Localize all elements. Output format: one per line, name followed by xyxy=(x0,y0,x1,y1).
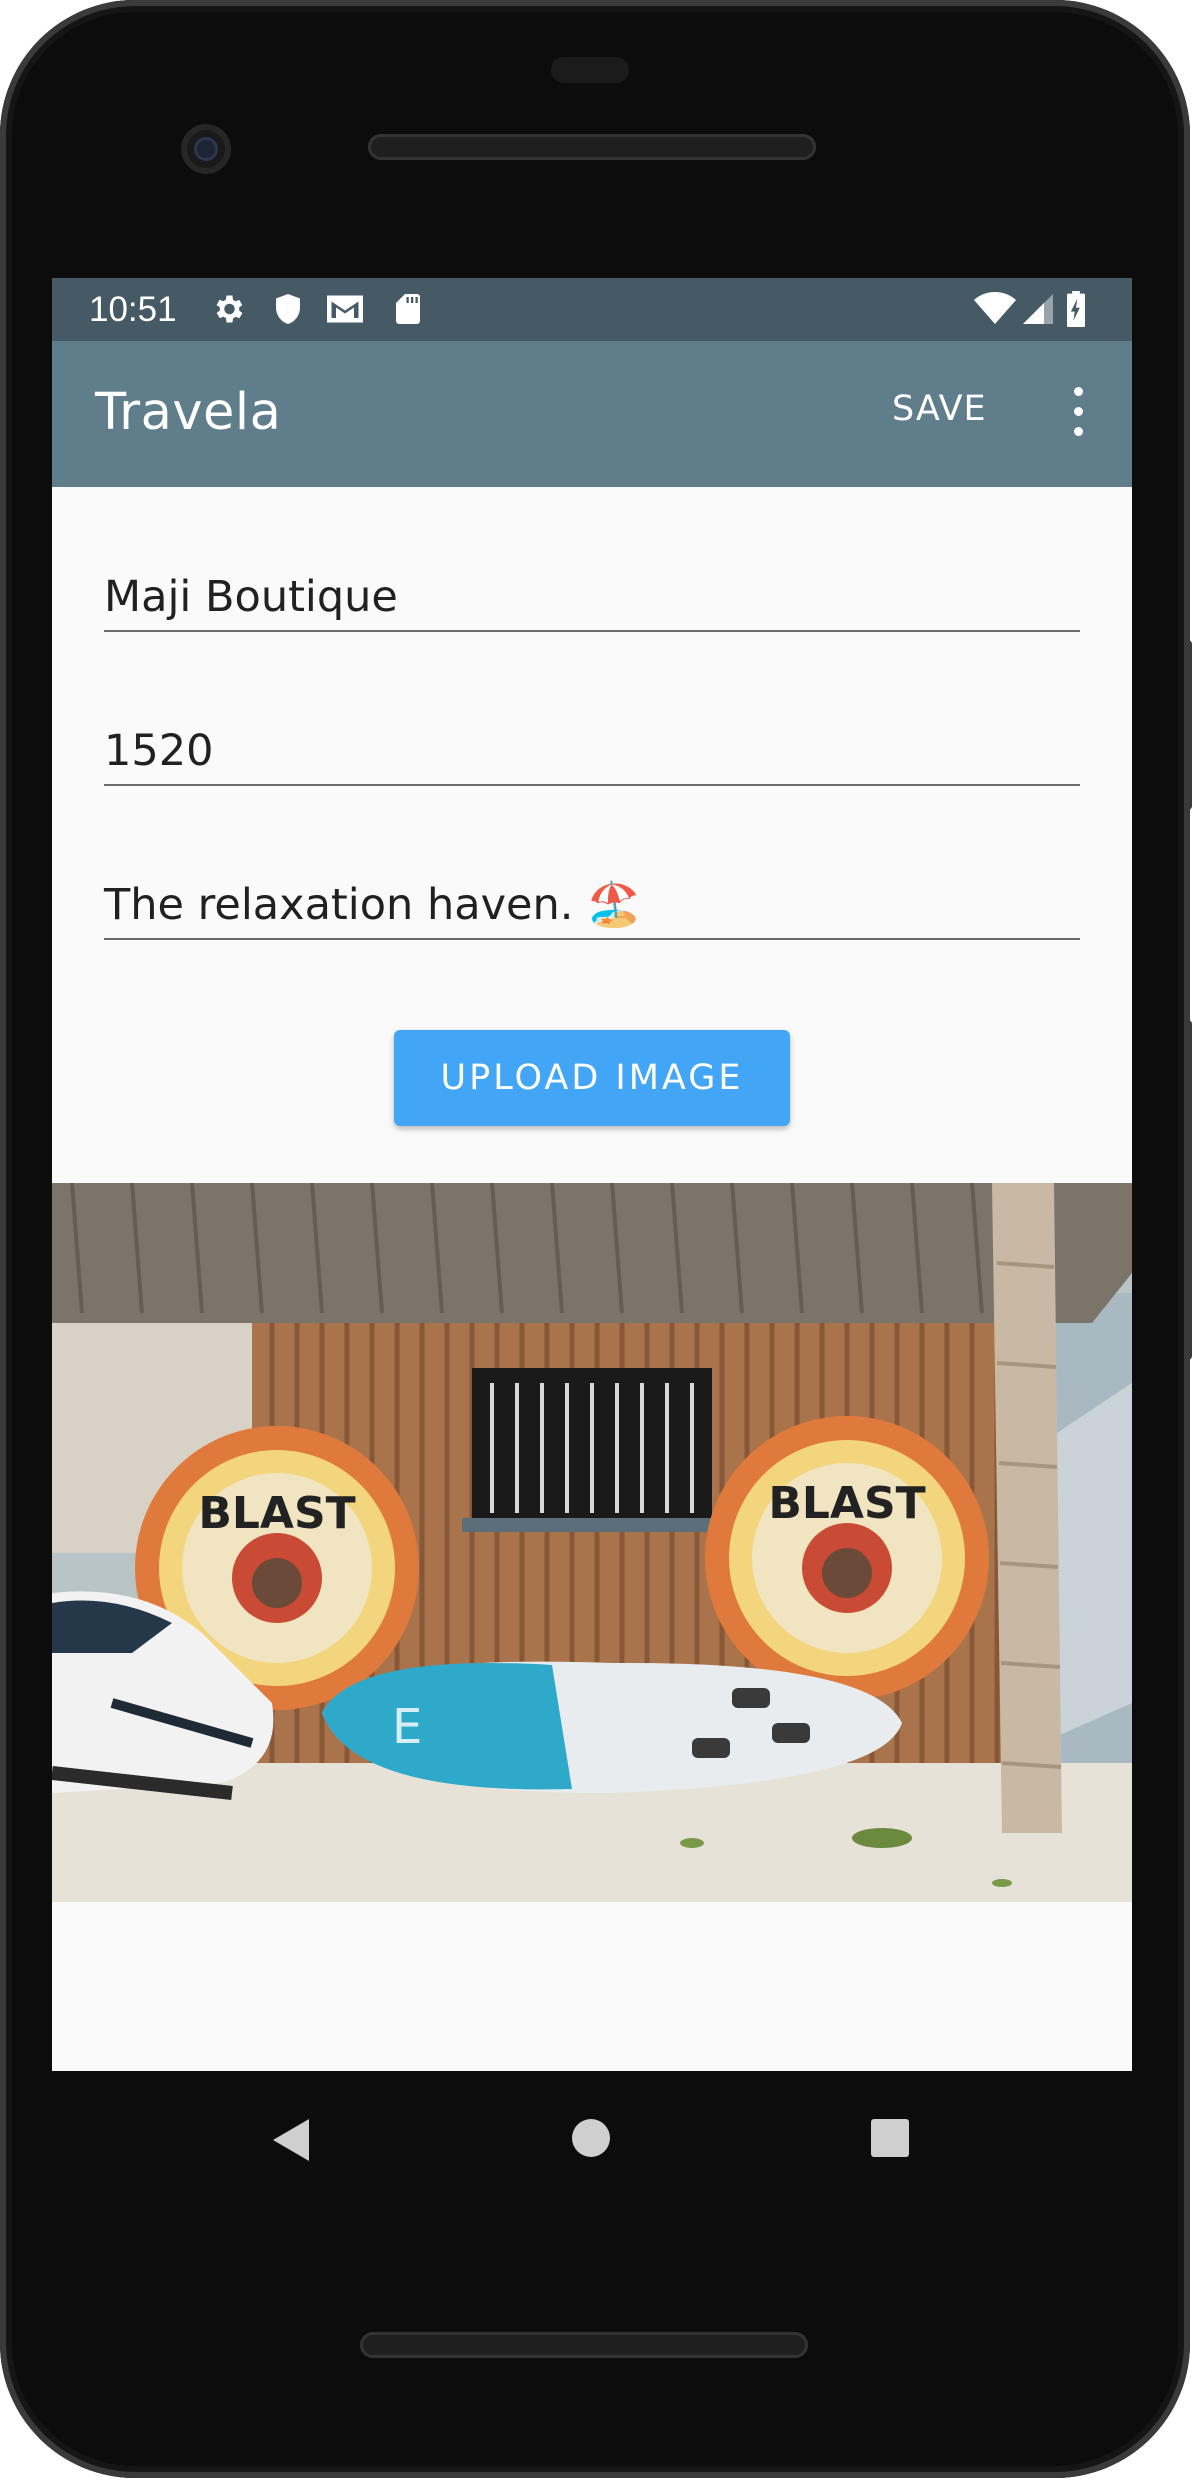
wifi-icon xyxy=(974,291,1016,324)
description-field-value: The relaxation haven. 🏖️ xyxy=(104,880,641,930)
palm-trunk xyxy=(992,1183,1062,1833)
upload-image-button[interactable]: UPLOAD IMAGE xyxy=(394,1030,790,1126)
signal-icon xyxy=(1023,294,1053,324)
sd-card-icon xyxy=(396,294,420,324)
price-field[interactable]: 1520 xyxy=(104,724,1080,786)
gear-icon xyxy=(216,295,243,323)
earpiece-speaker xyxy=(368,134,816,160)
volume-button xyxy=(1184,1020,1192,1360)
screen: 10:51 Travela SAVE Maji Boutique 1520 Th… xyxy=(52,278,1132,2071)
front-camera-icon xyxy=(181,124,231,174)
navigation-bar xyxy=(52,2071,1132,2201)
board-text: E xyxy=(392,1699,422,1755)
gmail-icon xyxy=(327,295,363,323)
recents-square-icon[interactable] xyxy=(870,2118,910,2158)
status-time: 10:51 xyxy=(89,290,177,329)
shield-icon xyxy=(276,294,300,324)
left-tube-text: BLAST xyxy=(198,1488,355,1539)
proximity-sensor xyxy=(551,57,629,83)
save-button[interactable]: SAVE xyxy=(892,389,987,429)
name-field[interactable]: Maji Boutique xyxy=(104,570,1080,632)
price-field-value: 1520 xyxy=(104,726,214,776)
description-field[interactable]: The relaxation haven. 🏖️ xyxy=(104,878,1080,940)
beach-hut-photo: BLAST BLAST E xyxy=(52,1183,1132,1902)
home-circle-icon[interactable] xyxy=(571,2118,611,2158)
app-bar: Travela SAVE xyxy=(52,341,1132,487)
right-tube-text: BLAST xyxy=(768,1478,925,1529)
phone-frame: 10:51 Travela SAVE Maji Boutique 1520 Th… xyxy=(0,0,1192,2478)
back-triangle-icon[interactable] xyxy=(271,2117,311,2163)
power-button xyxy=(1184,640,1192,810)
blast-tube-right: BLAST xyxy=(705,1416,989,1700)
bottom-speaker xyxy=(360,2332,808,2358)
name-field-value: Maji Boutique xyxy=(104,572,398,622)
app-title: Travela xyxy=(95,383,282,442)
status-bar: 10:51 xyxy=(52,278,1132,341)
battery-charging-icon xyxy=(1067,291,1085,327)
more-vert-icon[interactable] xyxy=(1068,387,1088,439)
